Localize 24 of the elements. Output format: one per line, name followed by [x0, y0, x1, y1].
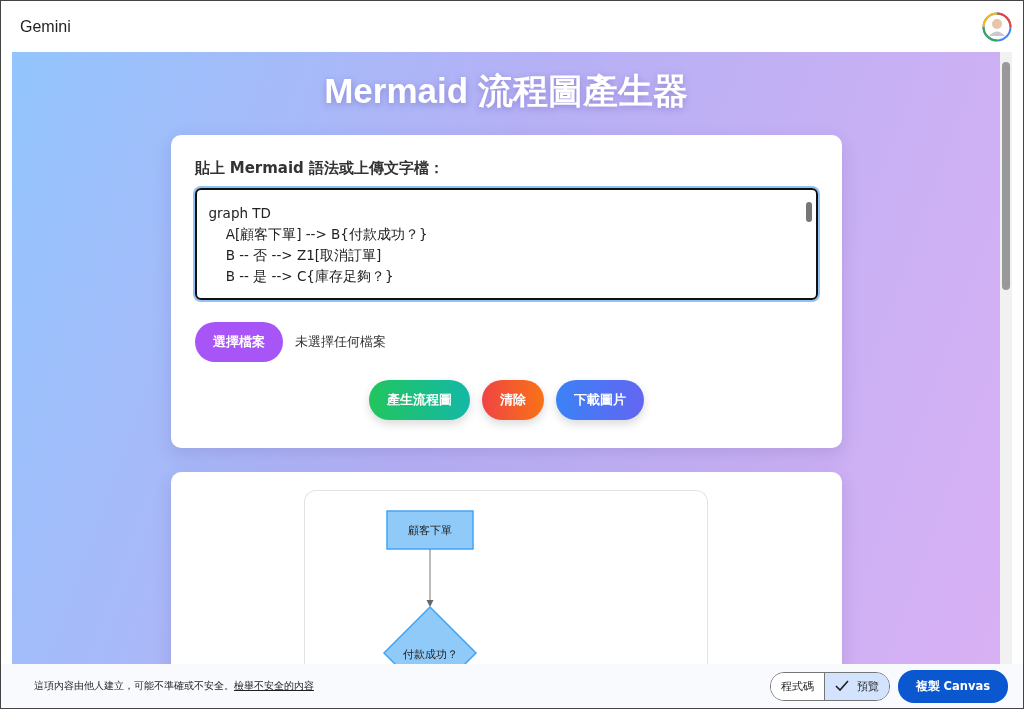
- code-line: B -- 否 --> Z1[取消訂單]: [224, 246, 383, 265]
- connector-arrow: [426, 548, 434, 607]
- clear-button[interactable]: 清除: [481, 380, 544, 420]
- check-icon: [834, 680, 849, 692]
- decision-node: 付款成功？: [382, 605, 478, 664]
- scrollbar[interactable]: [1000, 52, 1012, 664]
- code-line: B -- 是 --> C{庫存足夠？}: [224, 267, 395, 286]
- code-line: graph TD: [208, 204, 272, 223]
- process-node: 顧客下單: [386, 510, 474, 550]
- scrollbar-thumb[interactable]: [805, 202, 812, 222]
- download-button[interactable]: 下載圖片: [555, 380, 644, 420]
- disclaimer-text: 這項內容由他人建立，可能不準確或不安全。檢舉不安全的內容: [34, 679, 314, 693]
- choose-file-button[interactable]: 選擇檔案: [194, 322, 283, 362]
- editor-label: 貼上 Mermaid 語法或上傳文字檔：: [194, 159, 446, 178]
- view-tab[interactable]: 預覽: [823, 672, 889, 700]
- page-heading: Mermaid 流程圖產生器: [324, 70, 688, 112]
- app-title: Gemini: [20, 17, 71, 36]
- view-tab[interactable]: 程式碼: [770, 672, 824, 700]
- file-status: 未選擇任何檔案: [294, 333, 386, 351]
- copy-canvas-button[interactable]: 複製 Canvas: [897, 669, 1008, 703]
- avatar-icon[interactable]: [982, 11, 1012, 42]
- report-link[interactable]: 檢舉不安全的內容: [234, 680, 314, 691]
- code-input-field[interactable]: graph TD A[顧客下單] --> B{付款成功？} B -- 否 --> Z1[取消訂單] B -- 是 --> C{庫存足夠？}: [194, 188, 818, 300]
- code-line: A[顧客下單] --> B{付款成功？}: [224, 225, 429, 244]
